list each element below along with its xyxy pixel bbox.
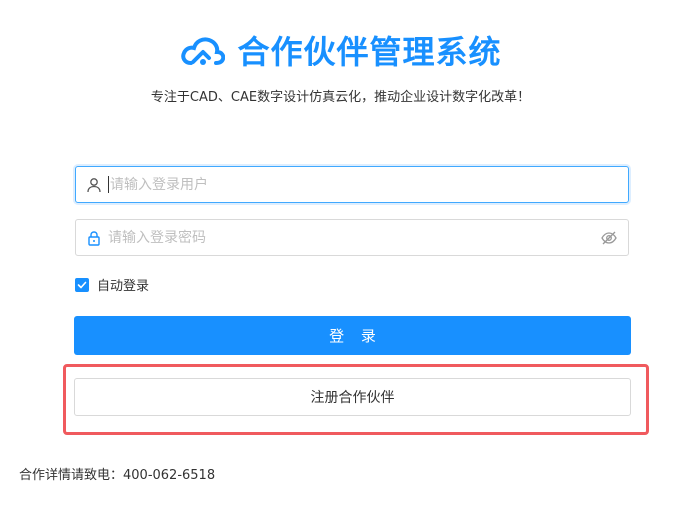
cloud-logo-icon xyxy=(179,35,226,69)
text-caret xyxy=(108,176,109,193)
password-input[interactable] xyxy=(108,220,600,255)
app-title: 合作伙伴管理系统 xyxy=(237,33,502,71)
header: 合作伙伴管理系统 xyxy=(0,30,681,74)
username-input[interactable] xyxy=(110,167,628,202)
contact-footer: 合作详情请致电：400-062-6518 xyxy=(19,468,216,483)
auto-login-checkbox[interactable]: 自动登录 xyxy=(75,275,149,294)
lock-icon xyxy=(86,230,102,246)
checkbox-checked-icon[interactable] xyxy=(75,277,89,292)
register-partner-button[interactable]: 注册合作伙伴 xyxy=(74,378,631,416)
password-field[interactable] xyxy=(75,219,629,256)
user-icon xyxy=(86,177,102,193)
app-subtitle: 专注于CAD、CAE数字设计仿真云化，推动企业设计数字化改革！ xyxy=(150,90,531,105)
auto-login-label: 自动登录 xyxy=(97,279,150,294)
username-field[interactable] xyxy=(75,166,629,203)
login-page: 合作伙伴管理系统 专注于CAD、CAE数字设计仿真云化，推动企业设计数字化改革！ xyxy=(0,0,681,519)
eye-hidden-icon[interactable] xyxy=(600,229,618,247)
login-button[interactable]: 登 录 xyxy=(74,316,631,355)
